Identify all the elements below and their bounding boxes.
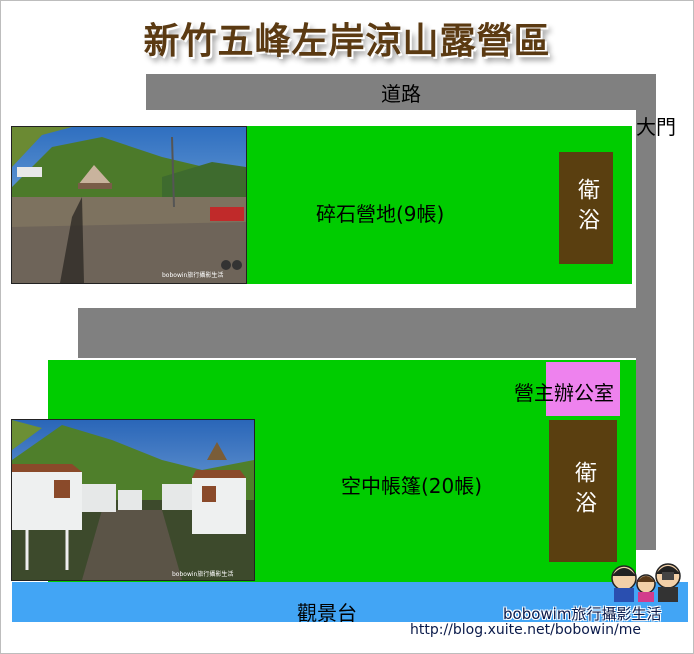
photo-watermark-2: bobowin旅行攝影生活 bbox=[172, 570, 233, 578]
elevated-tent-photo: bobowin旅行攝影生活 bbox=[11, 419, 255, 581]
road-label: 道路 bbox=[381, 81, 421, 106]
gravel-campsite-label: 碎石營地(9帳) bbox=[316, 202, 445, 226]
blogger-avatar-illustration bbox=[606, 554, 686, 602]
upper-bathroom-label: 衛浴 bbox=[574, 178, 599, 238]
road: 道路 bbox=[146, 74, 656, 110]
middle-road bbox=[78, 308, 636, 358]
elevated-tent-area-label: 空中帳篷(20帳) bbox=[341, 474, 483, 498]
lower-bathroom-label: 衛浴 bbox=[571, 461, 596, 521]
blog-url[interactable]: http://blog.xuite.net/bobowin/me bbox=[410, 622, 641, 638]
blog-name: bobowim旅行攝影生活 bbox=[503, 605, 662, 623]
gravel-campsite-photo: bobowin旅行攝影生活 bbox=[11, 126, 247, 284]
gate-label: 大門 bbox=[636, 115, 676, 139]
photo-watermark-1: bobowin旅行攝影生活 bbox=[162, 271, 223, 279]
viewing-deck-label: 觀景台 bbox=[297, 601, 357, 625]
page-title: 新竹五峰左岸涼山露營區 bbox=[143, 21, 551, 62]
office-label: 營主辦公室 bbox=[514, 381, 614, 405]
side-road bbox=[636, 110, 656, 550]
upper-bathroom: 衛浴 bbox=[559, 152, 613, 264]
lower-bathroom: 衛浴 bbox=[549, 420, 617, 562]
